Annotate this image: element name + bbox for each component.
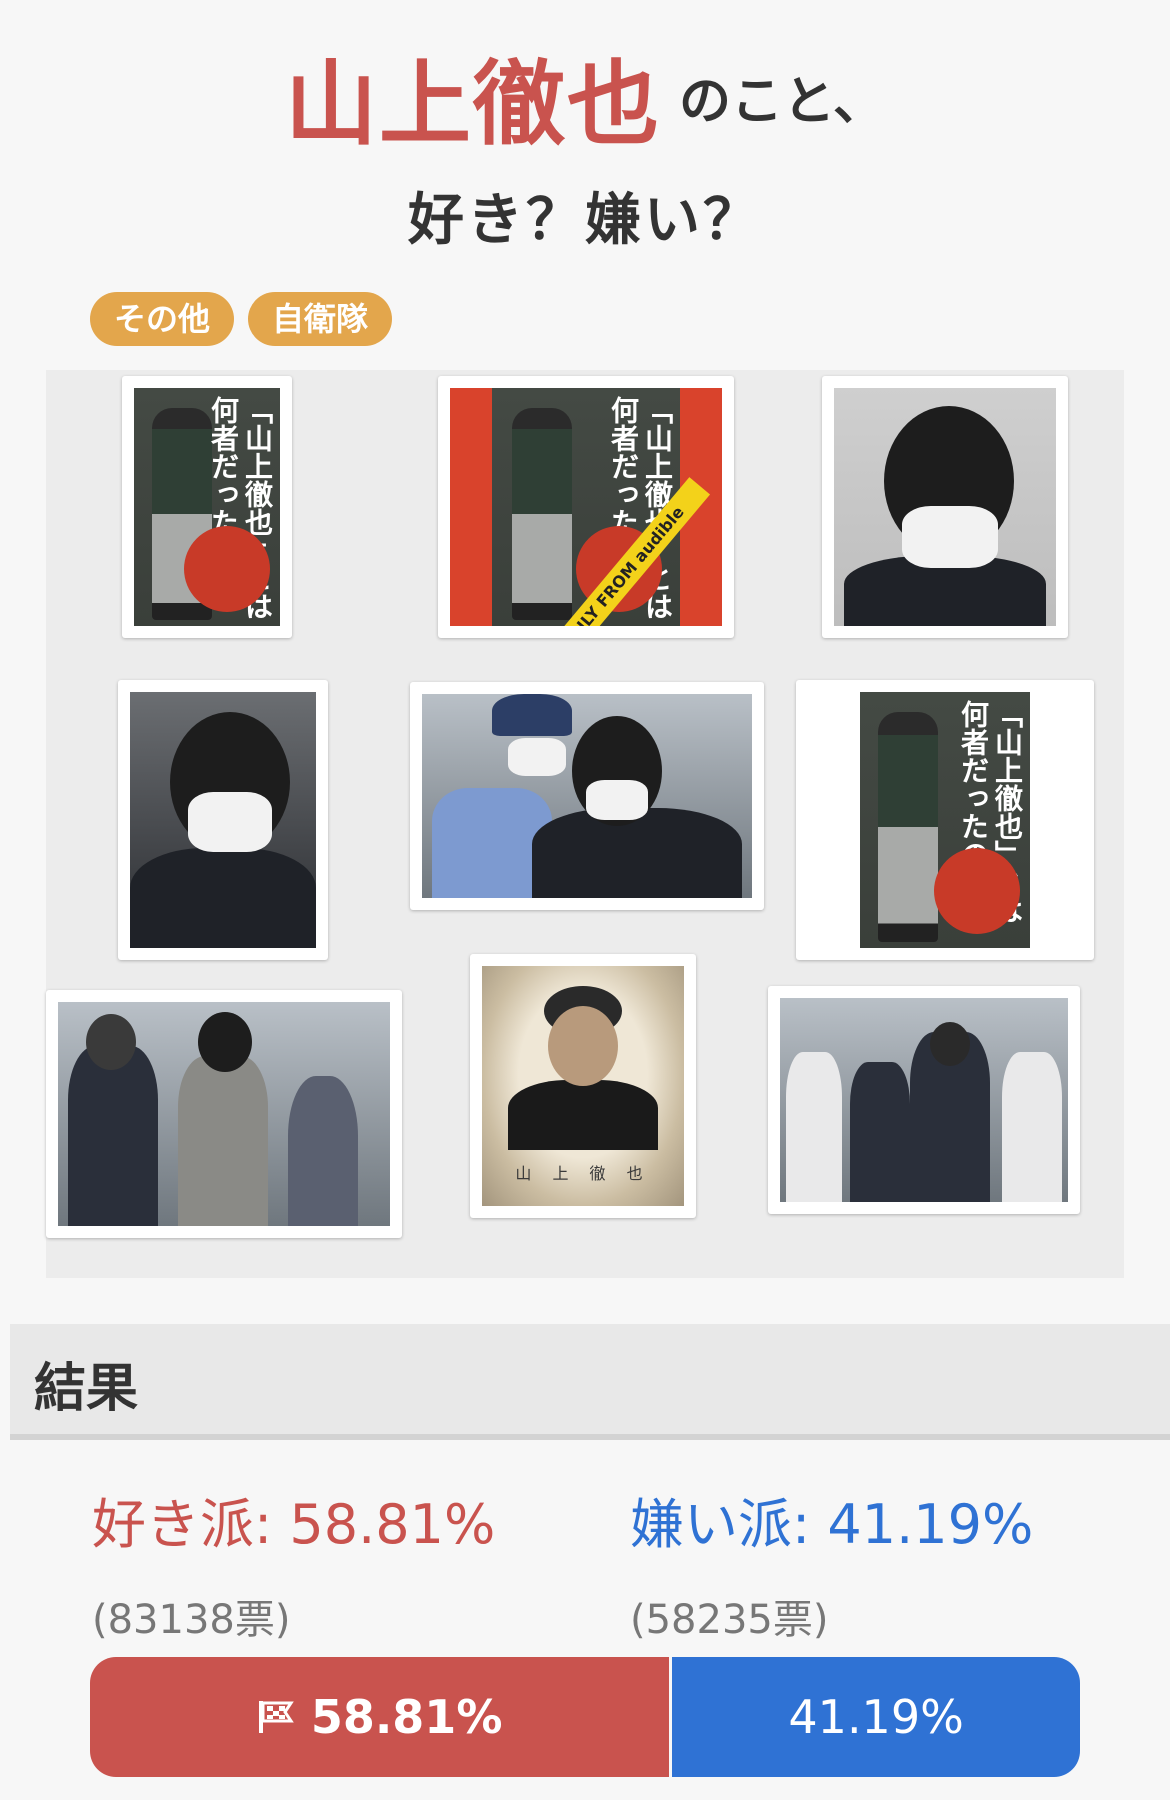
gallery-image-book-cover-2[interactable]: 「山上徹也」とは何者だったのか (796, 680, 1094, 960)
tag-other[interactable]: その他 (90, 292, 235, 346)
gallery-image-book-cover[interactable]: 「山上徹也」とは何者だったのか (122, 376, 292, 638)
gallery-image-yearbook-portrait[interactable]: 山 上 徹 也 (470, 954, 696, 1218)
gallery-image-masked-portrait[interactable] (822, 376, 1068, 638)
yearbook-portrait-image: 山 上 徹 也 (482, 966, 684, 1206)
police-escort-image (422, 694, 752, 898)
dislike-bar-segment[interactable]: 41.19% (672, 1657, 1080, 1777)
image-gallery: 「山上徹也」とは何者だったのか 「山上徹也」とは何者だったのか ONLY FRO… (46, 370, 1124, 1278)
like-stats: 好き派: 58.81% (83138票) (92, 1480, 495, 1645)
like-percentage: 好き派: 58.81% (92, 1493, 496, 1556)
book-cover-image: 「山上徹也」とは何者だったのか (134, 388, 280, 626)
topic-name-suffix: のこと、 (679, 72, 885, 132)
topic-name: 山上徹也 (285, 51, 662, 158)
topic-title: 山上徹也 のこと、 (0, 30, 1170, 163)
arrest-scene-image (58, 1002, 390, 1226)
dislike-stats: 嫌い派: 41.19% (58235票) (630, 1480, 1033, 1645)
campaign-crowd-image (780, 998, 1068, 1202)
flag-icon (258, 1701, 294, 1733)
dislike-vote-count: (58235票) (630, 1597, 829, 1643)
gallery-image-campaign-crowd[interactable] (768, 986, 1080, 1214)
like-vote-count: (83138票) (92, 1597, 291, 1643)
results-header: 結果 (10, 1324, 1170, 1440)
results-heading: 結果 (34, 1359, 139, 1419)
gallery-image-escorted-closeup[interactable] (118, 680, 328, 960)
gallery-image-police-escort[interactable] (410, 682, 764, 910)
question-text: 好き？嫌い？ (408, 188, 762, 253)
like-bar-segment[interactable]: 58.81% (90, 1657, 673, 1777)
dislike-percentage: 嫌い派: 41.19% (630, 1493, 1034, 1556)
audiobook-cover-image: 「山上徹也」とは何者だったのか ONLY FROM audible (450, 388, 722, 626)
portrait-nameplate: 山 上 徹 也 (515, 1164, 651, 1183)
escorted-closeup-image (130, 692, 316, 948)
tag-jsdf[interactable]: 自衛隊 (248, 292, 393, 346)
masked-portrait-image (834, 388, 1056, 626)
dislike-bar-label: 41.19% (788, 1690, 964, 1744)
vote-result-bar: 58.81% 41.19% (90, 1657, 1080, 1777)
tag-list: その他 自衛隊 (90, 292, 393, 346)
book-cover-image-2: 「山上徹也」とは何者だったのか (860, 692, 1030, 948)
gallery-image-arrest-scene[interactable] (46, 990, 402, 1238)
gallery-image-audiobook-cover[interactable]: 「山上徹也」とは何者だったのか ONLY FROM audible (438, 376, 734, 638)
like-bar-label: 58.81% (310, 1690, 503, 1744)
